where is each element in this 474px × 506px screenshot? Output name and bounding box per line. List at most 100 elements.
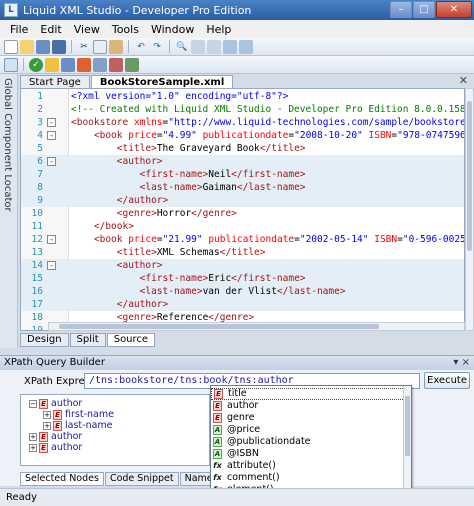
expand-toggle-icon[interactable]: − bbox=[29, 399, 37, 408]
fold-toggle-icon[interactable]: - bbox=[47, 235, 56, 244]
xslt-icon[interactable] bbox=[61, 57, 75, 72]
close-button[interactable]: ✕ bbox=[436, 1, 472, 18]
token-attr: publicationdate bbox=[208, 234, 295, 245]
save-all-icon[interactable] bbox=[52, 39, 66, 54]
open-folder-icon[interactable] bbox=[20, 39, 34, 54]
fold-toggle-icon[interactable]: - bbox=[47, 131, 56, 140]
intellisense-item[interactable]: A @ISBN bbox=[211, 448, 405, 460]
intellisense-item[interactable]: Egenre bbox=[211, 412, 405, 424]
code-line: 5 <title>The Graveyard Book</title> bbox=[21, 142, 464, 155]
minimize-button[interactable]: – bbox=[390, 1, 412, 18]
tree-node-label: first-name bbox=[65, 409, 114, 420]
line-number: 15 bbox=[31, 273, 43, 284]
xpath-tab[interactable]: Code Snippet bbox=[104, 472, 179, 486]
new-file-icon[interactable] bbox=[4, 39, 18, 54]
maximize-button[interactable]: □ bbox=[413, 1, 435, 18]
token-attr: price bbox=[128, 234, 157, 245]
panel-header-buttons[interactable]: ▾ × bbox=[453, 356, 470, 370]
paste-icon[interactable] bbox=[109, 39, 123, 54]
menu-tools[interactable]: Tools bbox=[106, 23, 145, 36]
format-icon[interactable] bbox=[223, 39, 237, 54]
token-tag: <last-name> bbox=[139, 286, 203, 297]
intellisense-item[interactable]: A @publicationdate bbox=[211, 436, 405, 448]
menu-file[interactable]: File bbox=[4, 23, 34, 36]
close-document-icon[interactable]: ✕ bbox=[459, 74, 468, 87]
editor-horizontal-scrollbar[interactable] bbox=[48, 322, 465, 331]
intellisense-item[interactable]: fx attribute() bbox=[211, 460, 405, 472]
tree-node[interactable]: + Eauthor bbox=[29, 442, 82, 453]
intellisense-item[interactable]: Eauthor bbox=[211, 400, 405, 412]
tree-node[interactable]: − Eauthor bbox=[29, 398, 82, 409]
token-tag: </title> bbox=[259, 143, 306, 154]
undo-icon[interactable]: ↶ bbox=[134, 40, 148, 54]
comment-icon[interactable] bbox=[239, 39, 253, 54]
global-component-locator-pane[interactable]: Global Component Locator bbox=[0, 74, 18, 348]
line-number: 10 bbox=[31, 208, 43, 219]
token-tag: <title> bbox=[116, 247, 157, 258]
copy-icon[interactable] bbox=[93, 39, 107, 54]
document-tab[interactable]: BookStoreSample.xml bbox=[90, 75, 234, 88]
line-number: 4 bbox=[37, 130, 43, 141]
code-text: <?xml version="1.0" encoding="utf-8"?> bbox=[71, 90, 288, 103]
fold-toggle-icon[interactable]: - bbox=[47, 261, 56, 270]
code-text: <genre>Horror</genre> bbox=[71, 207, 237, 220]
intellisense-item-label: @ISBN bbox=[227, 448, 259, 459]
debug-icon[interactable] bbox=[109, 57, 123, 72]
element-icon: E bbox=[39, 398, 48, 409]
fold-toggle-icon[interactable]: - bbox=[47, 157, 56, 166]
token-tag: </title> bbox=[219, 247, 266, 258]
view-tab-split[interactable]: Split bbox=[69, 333, 106, 347]
xpath-icon[interactable] bbox=[77, 57, 91, 72]
intellisense-item[interactable]: Etitle bbox=[211, 388, 405, 400]
expand-toggle-icon[interactable]: + bbox=[29, 432, 37, 441]
save-icon[interactable] bbox=[36, 39, 50, 54]
xquery-icon[interactable] bbox=[93, 57, 107, 72]
scroll-thumb[interactable] bbox=[467, 101, 472, 251]
xpath-tab[interactable]: Selected Nodes bbox=[20, 472, 104, 486]
token-val: "21.99" bbox=[162, 234, 209, 245]
expand-toggle-icon[interactable]: + bbox=[29, 443, 37, 452]
result-tree[interactable]: − Eauthor + Efirst-name + Elast-name + Eauthor +… bbox=[20, 394, 210, 466]
intellisense-item[interactable]: fx comment() bbox=[211, 472, 405, 484]
well-formed-icon[interactable] bbox=[45, 57, 59, 72]
cut-icon[interactable]: ✂ bbox=[77, 40, 91, 54]
menu-edit[interactable]: Edit bbox=[34, 23, 67, 36]
app-icon: L bbox=[4, 3, 18, 17]
tree-node[interactable]: + Eauthor bbox=[29, 431, 82, 442]
fold-toggle-icon[interactable]: - bbox=[47, 118, 56, 127]
token-txt: Eric bbox=[208, 273, 232, 284]
element-icon: E bbox=[213, 413, 222, 423]
scroll-thumb[interactable] bbox=[405, 396, 410, 456]
expand-toggle-icon[interactable]: + bbox=[43, 410, 51, 419]
xml-editor[interactable]: 1 <?xml version="1.0" encoding="utf-8"?> 2… bbox=[20, 88, 465, 331]
editor-vertical-scrollbar[interactable] bbox=[465, 88, 474, 331]
find-icon[interactable]: 🔍 bbox=[175, 40, 189, 54]
indent-icon[interactable] bbox=[191, 39, 205, 54]
outdent-icon[interactable] bbox=[207, 39, 221, 54]
menu-help[interactable]: Help bbox=[200, 23, 237, 36]
panel-header: XPath Query Builder ▾ × bbox=[0, 356, 474, 370]
window-title: Liquid XML Studio - Developer Pro Editio… bbox=[23, 3, 252, 17]
document-tab[interactable]: Start Page bbox=[20, 75, 90, 88]
validate-icon[interactable]: ✓ bbox=[29, 57, 43, 72]
tree-node-label: author bbox=[51, 431, 83, 442]
schema-icon[interactable] bbox=[4, 57, 18, 72]
menu-window[interactable]: Window bbox=[145, 23, 200, 36]
code-text: <last-name>van der Vlist</last-name> bbox=[71, 285, 346, 298]
expand-toggle-icon[interactable]: + bbox=[43, 421, 51, 430]
redo-icon[interactable]: ↷ bbox=[150, 40, 164, 54]
tree-node[interactable]: + Elast-name bbox=[43, 420, 113, 431]
view-tab-design[interactable]: Design bbox=[20, 333, 69, 347]
run-icon[interactable] bbox=[125, 57, 139, 72]
menu-view[interactable]: View bbox=[68, 23, 106, 36]
execute-button[interactable]: Execute bbox=[424, 372, 470, 389]
scroll-thumb[interactable] bbox=[59, 324, 379, 329]
intellisense-item[interactable]: A @price bbox=[211, 424, 405, 436]
tree-node[interactable]: + Efirst-name bbox=[43, 409, 114, 420]
view-tab-source[interactable]: Source bbox=[106, 333, 156, 347]
